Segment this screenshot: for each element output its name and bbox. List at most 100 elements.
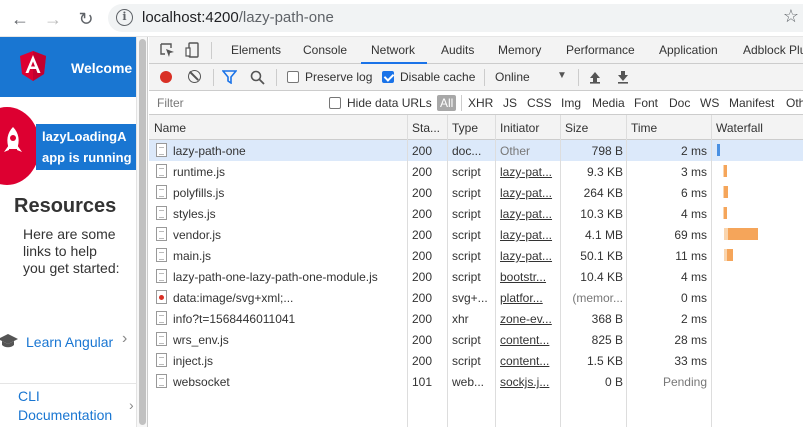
tab-performance[interactable]: Performance <box>566 43 635 57</box>
learn-angular-link[interactable]: Learn Angular › <box>0 329 134 355</box>
running-banner: lazyLoadingA app is running <box>36 124 136 170</box>
column-header-status[interactable]: Sta... <box>412 121 440 135</box>
file-icon <box>156 353 167 367</box>
table-row[interactable]: wrs_env.js 200 script content... 825 B 28 ms <box>149 329 803 350</box>
column-header-initiator[interactable]: Initiator <box>500 121 539 135</box>
column-header-time[interactable]: Time <box>631 121 657 135</box>
address-bar[interactable]: i localhost:4200/lazy-path-one ☆ <box>108 4 803 32</box>
table-row[interactable]: lazy-path-one 200 doc... Other 798 B 2 ms <box>149 140 803 161</box>
filter-type-all[interactable]: All <box>437 95 457 111</box>
devtools-tabbar: Elements Console Network Audits Memory P… <box>149 37 803 64</box>
request-status: 200 <box>412 249 433 263</box>
cli-documentation-label: CLI Documentation <box>18 388 113 423</box>
disable-cache-label[interactable]: Disable cache <box>400 70 475 84</box>
banner-line-1: lazyLoadingA <box>42 129 127 144</box>
device-toolbar-icon[interactable] <box>185 42 201 58</box>
request-name: vendor.js <box>173 228 222 242</box>
tab-memory[interactable]: Memory <box>498 43 541 57</box>
scrollbar-thumb[interactable] <box>139 39 146 425</box>
tab-network[interactable]: Network <box>371 43 415 57</box>
table-row[interactable]: lazy-path-one-lazy-path-one-module.js 200… <box>149 266 803 287</box>
request-time: 11 ms <box>675 249 707 263</box>
request-name: info?t=1568446011041 <box>173 312 296 326</box>
column-header-size[interactable]: Size <box>565 121 588 135</box>
tab-console[interactable]: Console <box>303 43 347 57</box>
table-row[interactable]: vendor.js 200 script lazy-pat... 4.1 MB 69 ms <box>149 224 803 245</box>
tab-audits[interactable]: Audits <box>441 43 474 57</box>
filter-type-manifest[interactable]: Manifest <box>729 96 774 110</box>
export-har-icon[interactable] <box>617 70 629 84</box>
filter-type-font[interactable]: Font <box>634 96 658 110</box>
request-name: polyfills.js <box>173 186 225 200</box>
table-row[interactable]: main.js 200 script lazy-pat... 50.1 KB 11 ms <box>149 245 803 266</box>
request-status: 200 <box>412 228 433 242</box>
preserve-log-label[interactable]: Preserve log <box>305 70 372 84</box>
separator <box>211 42 212 59</box>
network-requests-table: Name Sta... Type Initiator Size Time Wat… <box>149 115 803 427</box>
request-name: wrs_env.js <box>173 333 229 347</box>
table-row[interactable]: runtime.js 200 script lazy-pat... 9.3 KB 3 ms <box>149 161 803 182</box>
filter-input[interactable] <box>153 93 317 112</box>
request-initiator: platfor... <box>500 291 543 305</box>
table-row[interactable]: data:image/svg+xml;... 200 svg+... platfor.… <box>149 287 803 308</box>
request-type: script <box>452 228 481 242</box>
table-row[interactable]: inject.js 200 script content... 1.5 KB 33 ms <box>149 350 803 371</box>
request-type: script <box>452 186 481 200</box>
reload-icon[interactable]: ↻ <box>75 8 97 30</box>
table-row[interactable]: polyfills.js 200 script lazy-pat... 264 KB 6 … <box>149 182 803 203</box>
filter-type-css[interactable]: CSS <box>527 96 552 110</box>
back-arrow-icon[interactable]: ← <box>9 8 31 30</box>
disable-cache-checkbox[interactable] <box>382 71 394 83</box>
waterfall-bar <box>724 186 728 198</box>
request-name: data:image/svg+xml;... <box>173 291 294 305</box>
throttle-select[interactable]: Online <box>495 70 530 84</box>
column-header-type[interactable]: Type <box>452 121 478 135</box>
page-scrollbar[interactable] <box>136 37 148 427</box>
request-size: 10.3 KB <box>580 207 623 221</box>
table-row[interactable]: styles.js 200 script lazy-pat... 10.3 KB 4 ms <box>149 203 803 224</box>
column-header-name[interactable]: Name <box>154 121 186 135</box>
filter-type-doc[interactable]: Doc <box>669 96 690 110</box>
filter-type-xhr[interactable]: XHR <box>468 96 493 110</box>
dropdown-arrow-icon[interactable]: ▼ <box>557 70 567 81</box>
record-icon[interactable] <box>160 71 172 83</box>
filter-type-img[interactable]: Img <box>561 96 581 110</box>
file-icon <box>156 185 167 199</box>
clear-icon[interactable] <box>188 70 201 83</box>
file-icon <box>156 248 167 262</box>
hide-data-urls-label[interactable]: Hide data URLs <box>347 96 432 110</box>
request-type: script <box>452 354 481 368</box>
hide-data-urls-checkbox[interactable] <box>329 97 341 109</box>
request-status: 200 <box>412 312 433 326</box>
forward-arrow-icon[interactable]: → <box>42 8 64 30</box>
filter-type-media[interactable]: Media <box>592 96 625 110</box>
table-row[interactable]: info?t=1568446011041 200 xhr zone-ev... 368 … <box>149 308 803 329</box>
request-size: 825 B <box>591 333 623 347</box>
request-status: 200 <box>412 144 433 158</box>
inspect-element-icon[interactable] <box>159 42 175 58</box>
request-name: main.js <box>173 249 212 263</box>
request-status: 200 <box>412 165 433 179</box>
tab-elements[interactable]: Elements <box>231 43 281 57</box>
column-header-waterfall[interactable]: Waterfall <box>716 121 763 135</box>
filter-type-js[interactable]: JS <box>503 96 517 110</box>
import-har-icon[interactable] <box>589 70 601 84</box>
filter-type-other[interactable]: Oth <box>786 96 803 110</box>
rocket-icon <box>4 127 22 152</box>
bookmark-star-icon[interactable]: ☆ <box>783 6 799 27</box>
table-row[interactable]: websocket 101 web... sockjs.j... 0 B Pending <box>149 371 803 392</box>
waterfall-bar <box>724 165 727 177</box>
filter-icon[interactable] <box>222 70 237 84</box>
preserve-log-checkbox[interactable] <box>287 71 299 83</box>
banner-line-2: app is running <box>42 150 132 165</box>
column-divider <box>711 115 712 427</box>
cli-documentation-link[interactable]: CLI Documentation <box>18 387 113 425</box>
search-icon[interactable] <box>250 70 265 85</box>
tab-application[interactable]: Application <box>659 43 718 57</box>
tab-adblock[interactable]: Adblock Plu <box>743 43 803 57</box>
waterfall-bar <box>724 207 727 219</box>
url-text[interactable]: localhost:4200/lazy-path-one <box>142 9 334 26</box>
info-icon[interactable]: i <box>116 9 133 26</box>
request-type: doc... <box>452 144 482 158</box>
filter-type-ws[interactable]: WS <box>700 96 719 110</box>
